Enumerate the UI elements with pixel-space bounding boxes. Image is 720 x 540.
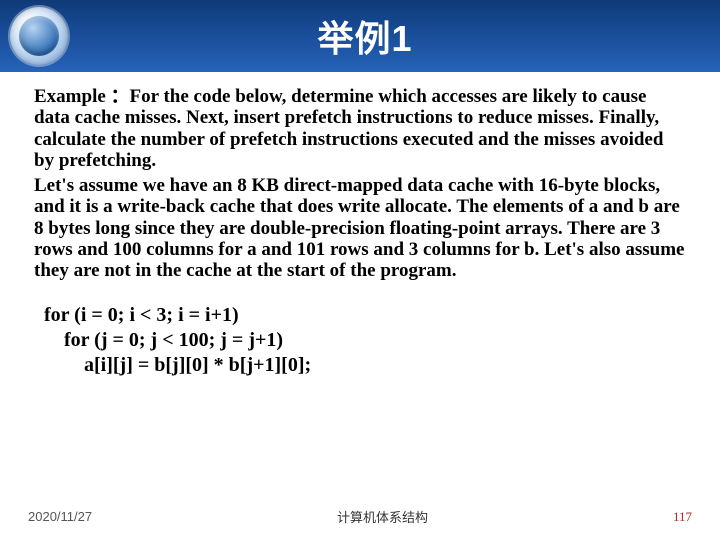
slide-footer: 2020/11/27 计算机体系结构 117 xyxy=(0,507,720,526)
logo-inner xyxy=(19,16,59,56)
paragraph-2: Let's assume we have an 8 KB direct-mapp… xyxy=(34,175,686,281)
university-logo xyxy=(10,7,68,65)
code-line-2: for (j = 0; j < 100; j = j+1) xyxy=(44,329,283,351)
footer-center: 计算机体系结构 xyxy=(92,507,673,526)
code-line-3: a[i][j] = b[j][0] * b[j+1][0]; xyxy=(44,354,311,376)
paragraph-1: Example ：For the code below, determine w… xyxy=(34,86,686,171)
code-block: for (i = 0; i < 3; i = i+1) for (j = 0; … xyxy=(44,303,686,378)
slide-body: Example ：For the code below, determine w… xyxy=(0,72,720,540)
code-line-1: for (i = 0; i < 3; i = i+1) xyxy=(44,304,239,326)
footer-page-number: 117 xyxy=(673,509,692,525)
footer-date: 2020/11/27 xyxy=(28,509,92,524)
slide: 举例1 Example ：For the code below, determi… xyxy=(0,0,720,540)
slide-title: 举例1 xyxy=(68,10,720,62)
title-bar: 举例1 xyxy=(0,0,720,72)
